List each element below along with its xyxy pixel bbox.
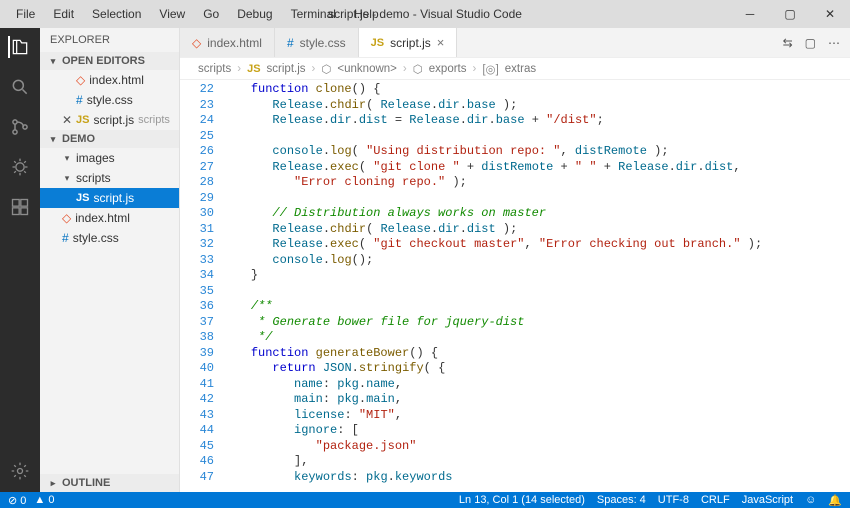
- settings-icon[interactable]: [9, 460, 31, 482]
- html-icon: ◇: [76, 73, 85, 87]
- html-icon: ◇: [192, 36, 201, 50]
- workspace-header[interactable]: ▾DEMO: [40, 130, 179, 148]
- gutter: 22 23 24 25 26 27 28 29 30 31 32 33 34 3…: [180, 80, 222, 492]
- maximize-button[interactable]: ▢: [770, 0, 810, 28]
- extensions-icon[interactable]: [9, 196, 31, 218]
- more-icon[interactable]: ⋯: [828, 36, 840, 50]
- open-editor-item[interactable]: ✕JSscript.js scripts: [40, 110, 179, 130]
- breadcrumbs[interactable]: scripts›JSscript.js›⬡<unknown>›⬡exports›…: [180, 58, 850, 80]
- menu-debug[interactable]: Debug: [229, 3, 280, 25]
- menu-selection[interactable]: Selection: [84, 3, 149, 25]
- editor-area: ◇index.html#style.cssJSscript.js×⇆▢⋯ scr…: [180, 28, 850, 492]
- editor-tabs: ◇index.html#style.cssJSscript.js× ⇆ ▢ ⋯: [180, 28, 850, 58]
- status-item[interactable]: CRLF: [701, 494, 730, 507]
- breadcrumb-item[interactable]: extras: [505, 63, 536, 75]
- open-editor-item[interactable]: ◇index.html: [40, 70, 179, 90]
- menu-edit[interactable]: Edit: [45, 3, 82, 25]
- tab-script.js[interactable]: JSscript.js×: [359, 28, 458, 57]
- breadcrumb-item[interactable]: script.js: [267, 63, 306, 75]
- folder-images[interactable]: ▾images: [40, 148, 179, 168]
- compare-icon[interactable]: ⇆: [783, 36, 793, 50]
- source-control-icon[interactable]: [9, 116, 31, 138]
- open-editors-list: ◇index.html#style.css✕JSscript.js script…: [40, 70, 179, 130]
- status-item[interactable]: JavaScript: [742, 494, 793, 507]
- breadcrumb-item[interactable]: <unknown>: [337, 63, 396, 75]
- symbol-icon: ⬡: [413, 62, 423, 76]
- minimize-button[interactable]: ─: [730, 0, 770, 28]
- breadcrumb-item[interactable]: scripts: [198, 63, 231, 75]
- css-icon: #: [76, 93, 83, 107]
- file-index.html[interactable]: ◇index.html: [40, 208, 179, 228]
- status-bar: ⊘ 0 ▲ 0 Ln 13, Col 1 (14 selected) Spaces:…: [0, 492, 850, 508]
- menu-go[interactable]: Go: [195, 3, 227, 25]
- activity-bar: [0, 28, 40, 492]
- js-icon: JS: [76, 192, 89, 204]
- bell-icon[interactable]: 🔔: [828, 494, 842, 507]
- window-controls: ─ ▢ ✕: [730, 0, 850, 28]
- symbol-icon: ⬡: [321, 62, 331, 76]
- status-item[interactable]: Ln 13, Col 1 (14 selected): [459, 494, 585, 507]
- open-editor-item[interactable]: #style.css: [40, 90, 179, 110]
- close-button[interactable]: ✕: [810, 0, 850, 28]
- file-tree: ▾images▾scriptsJSscript.js◇index.html#st…: [40, 148, 179, 248]
- close-icon[interactable]: ×: [437, 35, 445, 50]
- open-editors-header[interactable]: ▾OPEN EDITORS: [40, 52, 179, 70]
- menu-terminal[interactable]: Terminal: [283, 3, 344, 25]
- status-item[interactable]: UTF-8: [658, 494, 689, 507]
- js-icon: JS: [76, 114, 89, 126]
- status-item[interactable]: ⊘ 0: [8, 494, 26, 507]
- tab-index.html[interactable]: ◇index.html: [180, 28, 275, 57]
- code-editor[interactable]: 22 23 24 25 26 27 28 29 30 31 32 33 34 3…: [180, 80, 850, 492]
- menu-view[interactable]: View: [151, 3, 193, 25]
- sidebar: EXPLORER ▾OPEN EDITORS ◇index.html#style…: [40, 28, 180, 492]
- file-script.js[interactable]: JSscript.js: [40, 188, 179, 208]
- breadcrumb-item[interactable]: exports: [429, 63, 467, 75]
- outline-header[interactable]: ▸OUTLINE: [40, 474, 179, 492]
- debug-icon[interactable]: [9, 156, 31, 178]
- js-icon: JS: [371, 37, 384, 49]
- title-bar: FileEditSelectionViewGoDebugTerminalHelp…: [0, 0, 850, 28]
- status-item[interactable]: ▲ 0: [34, 494, 54, 507]
- source-code[interactable]: function clone() { Release.chdir( Releas…: [222, 80, 850, 492]
- feedback-icon[interactable]: ☺: [805, 494, 816, 507]
- menu-bar: FileEditSelectionViewGoDebugTerminalHelp: [0, 3, 387, 25]
- html-icon: ◇: [62, 211, 71, 225]
- css-icon: #: [62, 231, 69, 245]
- sidebar-title: EXPLORER: [40, 28, 179, 52]
- js-icon: JS: [247, 63, 260, 75]
- status-item[interactable]: Spaces: 4: [597, 494, 646, 507]
- folder-scripts[interactable]: ▾scripts: [40, 168, 179, 188]
- tab-style.css[interactable]: #style.css: [275, 28, 359, 57]
- menu-file[interactable]: File: [8, 3, 43, 25]
- split-icon[interactable]: ▢: [805, 36, 816, 50]
- search-icon[interactable]: [9, 76, 31, 98]
- menu-help[interactable]: Help: [346, 3, 387, 25]
- symbol-icon: [◎]: [482, 62, 498, 76]
- file-style.css[interactable]: #style.css: [40, 228, 179, 248]
- explorer-icon[interactable]: [8, 36, 30, 58]
- css-icon: #: [287, 36, 294, 50]
